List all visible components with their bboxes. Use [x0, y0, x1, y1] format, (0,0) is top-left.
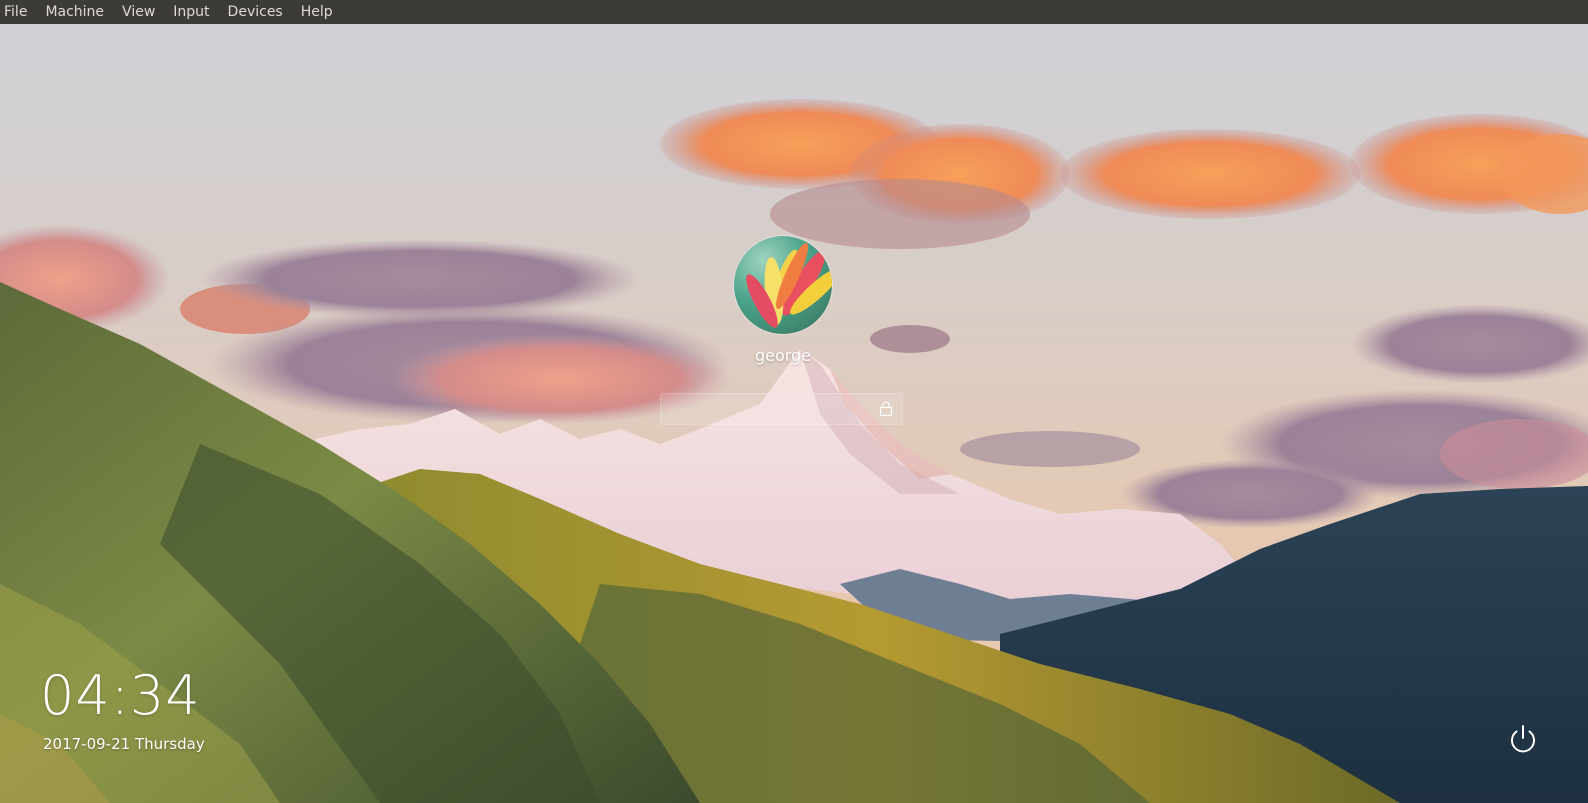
power-icon — [1511, 725, 1535, 753]
clock-date: 2017-09-21 Thursday — [43, 735, 205, 753]
password-input[interactable] — [661, 394, 871, 424]
menu-help[interactable]: Help — [292, 0, 342, 24]
password-field[interactable] — [660, 393, 903, 425]
username-label: george — [754, 346, 812, 365]
menu-input[interactable]: Input — [164, 0, 218, 24]
flower-avatar-icon — [734, 236, 832, 334]
menu-file[interactable]: File — [4, 0, 36, 24]
menu-devices[interactable]: Devices — [219, 0, 292, 24]
menu-machine[interactable]: Machine — [36, 0, 113, 24]
power-button[interactable] — [1506, 722, 1540, 756]
clock-time: 04:34 — [40, 664, 201, 727]
menu-view[interactable]: View — [113, 0, 164, 24]
user-avatar[interactable] — [734, 236, 832, 334]
menubar: File Machine View Input Devices Help — [0, 0, 1588, 24]
lock-icon[interactable] — [877, 400, 895, 418]
